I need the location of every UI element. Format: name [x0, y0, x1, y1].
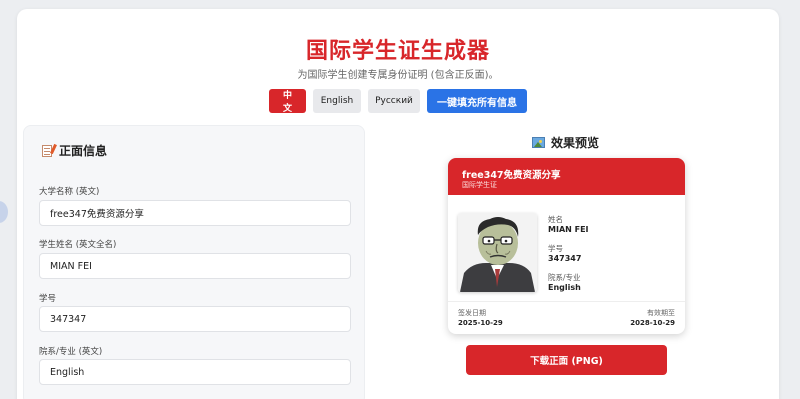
fill-all-button[interactable]: 一键填充所有信息	[427, 89, 527, 113]
page-subtitle: 为国际学生创建专属身份证明 (包含正反面)。	[297, 70, 499, 81]
card-major-label: 院系/专业	[548, 273, 581, 282]
preview-heading: 效果预览	[532, 134, 599, 151]
front-info-form: 正面信息 大学名称 (英文) free347免费资源分享 学生姓名 (英文全名)…	[23, 125, 365, 399]
card-name-label: 姓名	[548, 215, 563, 224]
expiry-date-value: 2028-10-29	[630, 319, 675, 327]
form-heading-text: 正面信息	[59, 144, 108, 158]
student-id-card-preview: free347免费资源分享 国际学生证 姓名 MIAN FEI 学号 34734…	[448, 158, 685, 334]
side-scroll-handle[interactable]	[0, 201, 8, 223]
form-heading: 正面信息	[42, 142, 107, 159]
major-label: 院系/专业 (英文)	[39, 347, 103, 357]
expiry-date-label: 有效期至	[647, 309, 675, 317]
lang-chinese-button[interactable]: 中文	[269, 89, 306, 114]
card-header: free347免费资源分享 国际学生证	[448, 158, 685, 195]
major-input[interactable]: English	[39, 359, 351, 385]
lang-english-button[interactable]: English	[313, 89, 361, 113]
card-type-label: 国际学生证	[462, 181, 497, 189]
university-name-input[interactable]: free347免费资源分享	[39, 200, 351, 226]
card-major-value: English	[548, 283, 581, 292]
page-title: 国际学生证生成器	[305, 39, 490, 64]
card-id-value: 347347	[548, 254, 582, 263]
card-school-name: free347免费资源分享	[462, 170, 561, 181]
lang-russian-button[interactable]: Русский	[368, 89, 420, 113]
university-name-label: 大学名称 (英文)	[39, 187, 100, 197]
picture-icon	[532, 137, 545, 148]
memo-icon	[42, 143, 57, 157]
student-id-input[interactable]: 347347	[39, 306, 351, 332]
card-divider	[448, 301, 685, 302]
issue-date-value: 2025-10-29	[458, 319, 503, 327]
student-name-label: 学生姓名 (英文全名)	[39, 240, 117, 250]
card-id-label: 学号	[548, 244, 563, 253]
student-name-input[interactable]: MIAN FEI	[39, 253, 351, 279]
student-photo	[458, 213, 537, 292]
issue-date-label: 签发日期	[458, 309, 486, 317]
student-id-label: 学号	[39, 294, 57, 304]
card-name-value: MIAN FEI	[548, 225, 589, 234]
preview-heading-text: 效果预览	[551, 136, 600, 150]
language-bar: 中文 English Русский 一键填充所有信息	[17, 89, 779, 114]
download-front-button[interactable]: 下载正面 (PNG)	[466, 345, 667, 375]
